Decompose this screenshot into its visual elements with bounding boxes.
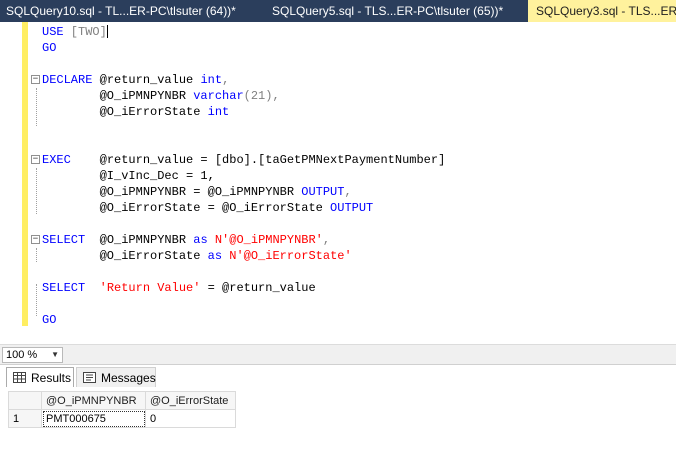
tab-results-label: Results [31,371,72,385]
code-line: @O_iPMNPYNBR varchar(21), [42,89,280,103]
collapse-select-icon[interactable]: − [31,235,40,244]
collapse-guide [36,284,38,316]
column-header[interactable]: @O_iErrorState [145,391,236,410]
zoom-strip: 100 % ▼ [0,344,676,365]
code-line: @O_iErrorState int [42,105,230,119]
zoom-value: 100 % [6,349,38,361]
tab-messages[interactable]: Messages [76,367,156,387]
table-row[interactable]: 1 PMT000675 0 [8,409,236,428]
tab-results[interactable]: Results [6,367,74,387]
code-line: SELECT @O_iPMNPYNBR as N'@O_iPMNPYNBR', [42,233,331,247]
code-line: @I_vInc_Dec = 1, [42,169,215,183]
tab-sqlquery10[interactable]: SQLQuery10.sql - TL...ER-PC\tlsuter (64)… [0,0,262,22]
grid-corner[interactable] [8,391,42,410]
document-tab-bar: SQLQuery10.sql - TL...ER-PC\tlsuter (64)… [0,0,676,22]
collapse-guide [36,248,38,262]
tab-sqlquery5[interactable]: SQLQuery5.sql - TLS...ER-PC\tlsuter (65)… [262,0,528,22]
code-line: @O_iPMNPYNBR = @O_iPMNPYNBR OUTPUT, [42,185,352,199]
text-caret [106,25,108,39]
code-line: @O_iErrorState as N'@O_iErrorState' [42,249,352,263]
tab-messages-label: Messages [101,371,156,385]
collapse-exec-icon[interactable]: − [31,155,40,164]
query-editor[interactable]: − − − USE [TWO] GO DECLARE @return_value… [0,22,676,344]
change-marker [22,22,28,326]
results-grid[interactable]: @O_iPMNPYNBR @O_iErrorState 1 PMT000675 … [8,391,236,428]
results-pane: Results Messages @O_iPMNPYNBR @O_iErrorS… [0,364,676,464]
code-line: SELECT 'Return Value' = @return_value [42,281,316,295]
code-line: GO [42,313,57,327]
results-tab-strip: Results Messages [0,365,676,388]
collapse-guide [36,88,38,126]
row-number[interactable]: 1 [8,409,42,428]
code-line: DECLARE @return_value int, [42,73,230,87]
code-line: EXEC @return_value = [dbo].[taGetPMNextP… [42,153,446,167]
collapse-guide [36,168,38,214]
collapse-declare-icon[interactable]: − [31,75,40,84]
chevron-down-icon: ▼ [51,350,59,359]
code-line: GO [42,41,57,55]
column-header[interactable]: @O_iPMNPYNBR [41,391,146,410]
messages-icon [83,372,96,383]
grid-icon [13,372,26,383]
table-cell[interactable]: PMT000675 [41,409,146,428]
table-cell[interactable]: 0 [145,409,236,428]
code-line: @O_iErrorState = @O_iErrorState OUTPUT [42,201,374,215]
zoom-select[interactable]: 100 % ▼ [2,347,63,363]
grid-header-row: @O_iPMNPYNBR @O_iErrorState [8,391,236,410]
code-line: USE [TWO] [42,25,108,39]
tab-sqlquery3[interactable]: SQLQuery3.sql - TLS...ER-P [528,0,676,22]
